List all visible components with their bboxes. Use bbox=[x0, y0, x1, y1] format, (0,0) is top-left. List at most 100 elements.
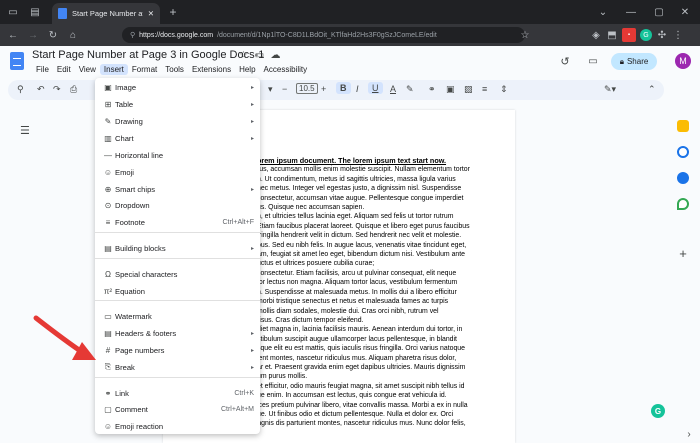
back-icon[interactable]: ← bbox=[6, 28, 20, 42]
text-color-icon[interactable]: A bbox=[390, 84, 396, 94]
print-icon[interactable]: ⎙ bbox=[70, 84, 77, 95]
line-spacing-icon[interactable]: ⇕ bbox=[500, 84, 508, 95]
site-info-icon[interactable]: ⚲ bbox=[130, 31, 135, 39]
tab-close-icon[interactable]: ✕ bbox=[148, 9, 154, 18]
extension-shield-icon[interactable]: ◈ bbox=[590, 28, 602, 42]
insert-link-icon[interactable]: ⚭ bbox=[428, 84, 436, 95]
menu-view[interactable]: View bbox=[75, 64, 100, 75]
menu-edit[interactable]: Edit bbox=[53, 64, 75, 75]
redo-icon[interactable]: ↷ bbox=[53, 84, 61, 95]
menu-item-smart-chips[interactable]: ⊕ Smart chips ▸ bbox=[95, 181, 260, 197]
new-tab-icon[interactable]: + bbox=[166, 5, 180, 19]
menu-extensions[interactable]: Extensions bbox=[188, 64, 235, 75]
bold-icon[interactable]: B bbox=[336, 82, 351, 94]
forward-icon[interactable]: → bbox=[26, 28, 40, 42]
chevron-right-icon: ▸ bbox=[250, 186, 254, 193]
cloud-saved-icon: ☁ bbox=[270, 50, 281, 61]
chevron-right-icon: ▸ bbox=[250, 347, 254, 354]
italic-icon[interactable]: I bbox=[356, 84, 359, 94]
get-addons-plus-icon[interactable]: + bbox=[676, 246, 690, 261]
grammarly-extension-icon[interactable]: G bbox=[640, 29, 652, 41]
window-maximize-icon[interactable]: ▢ bbox=[652, 5, 666, 19]
extension-save-icon[interactable]: ⬒ bbox=[606, 28, 618, 42]
home-icon[interactable]: ⌂ bbox=[66, 28, 80, 42]
font-chevron-icon[interactable]: ▾ bbox=[268, 84, 273, 95]
menu-help[interactable]: Help bbox=[235, 64, 259, 75]
menu-divider bbox=[95, 232, 260, 233]
horizontal-line-icon: — bbox=[104, 150, 112, 160]
maps-icon[interactable] bbox=[677, 198, 689, 210]
chevron-right-icon: ▸ bbox=[250, 245, 254, 252]
highlight-icon[interactable]: ✎ bbox=[406, 84, 414, 95]
menu-accessibility[interactable]: Accessibility bbox=[260, 64, 312, 75]
search-menus-icon[interactable]: ⚲ bbox=[17, 84, 24, 95]
menu-item-headers-footers[interactable]: ▤ Headers & footers ▸ bbox=[95, 325, 260, 341]
docs-logo-icon[interactable] bbox=[10, 52, 24, 70]
move-folder-icon[interactable]: ▭ bbox=[254, 50, 265, 61]
extensions-puzzle-icon[interactable]: ✣ bbox=[656, 28, 668, 42]
version-history-icon[interactable]: ↺ bbox=[558, 54, 572, 68]
menu-item-link[interactable]: ⚭ Link Ctrl+K bbox=[95, 385, 260, 401]
dropdown-icon: ⊙ bbox=[104, 200, 112, 210]
keep-icon[interactable] bbox=[677, 120, 689, 132]
decrease-font-icon[interactable]: − bbox=[282, 84, 287, 94]
tab-group-icon[interactable]: ▤ bbox=[28, 5, 42, 19]
browser-tab-active[interactable]: Start Page Number at Page 3 in ✕ bbox=[52, 3, 160, 24]
underline-icon[interactable]: U bbox=[368, 82, 383, 94]
bookmark-star-icon[interactable]: ☆ bbox=[518, 28, 532, 42]
footnote-icon: ≡ bbox=[105, 217, 111, 227]
menu-item-equation[interactable]: π² Equation bbox=[95, 283, 260, 299]
menu-item-table[interactable]: ⊞ Table ▸ bbox=[95, 96, 260, 112]
avatar[interactable]: M bbox=[675, 53, 691, 69]
tab-search-icon[interactable]: ▭ bbox=[6, 5, 20, 19]
menu-item-special-characters[interactable]: Ω Special characters bbox=[95, 266, 260, 282]
grammarly-icon[interactable]: G bbox=[651, 404, 665, 418]
menu-item-dropdown[interactable]: ⊙ Dropdown bbox=[95, 197, 260, 213]
menu-item-watermark[interactable]: ▭ Watermark bbox=[95, 308, 260, 324]
window-minimize-icon[interactable]: — bbox=[624, 5, 638, 19]
menu-item-emoji[interactable]: ☺ Emoji bbox=[95, 164, 260, 180]
link-icon: ⚭ bbox=[104, 388, 112, 398]
chevron-right-icon: ▸ bbox=[250, 84, 254, 91]
menu-item-building-blocks[interactable]: ▤ Building blocks ▸ bbox=[95, 240, 260, 256]
extension-red-icon[interactable]: ▪ bbox=[622, 28, 636, 42]
editing-mode-icon[interactable]: ✎▾ bbox=[604, 84, 616, 95]
menu-item-page-numbers[interactable]: # Page numbers ▸ bbox=[95, 342, 260, 358]
align-icon[interactable]: ≡ bbox=[482, 84, 487, 94]
tasks-icon[interactable] bbox=[677, 146, 689, 158]
menu-item-footnote[interactable]: ≡ Footnote Ctrl+Alt+F bbox=[95, 214, 260, 230]
side-panel bbox=[664, 78, 700, 443]
window-close-icon[interactable]: ✕ bbox=[678, 5, 692, 19]
menu-item-emoji-reaction[interactable]: ☺ Emoji reaction bbox=[95, 418, 260, 434]
contacts-icon[interactable] bbox=[677, 172, 689, 184]
menu-item-chart[interactable]: ▥ Chart ▸ bbox=[95, 130, 260, 146]
insert-image-icon[interactable]: ▨ bbox=[464, 84, 473, 95]
increase-font-icon[interactable]: + bbox=[321, 84, 326, 94]
expand-side-panel-chevron-icon[interactable]: › bbox=[683, 428, 695, 440]
outline-icon[interactable]: ☰ bbox=[20, 124, 30, 137]
menu-insert[interactable]: Insert bbox=[99, 64, 128, 75]
browser-menu-icon[interactable]: ⋮ bbox=[672, 28, 684, 42]
comments-icon[interactable]: ▭ bbox=[586, 54, 600, 68]
document-title[interactable]: Start Page Number at Page 3 in Google Do… bbox=[32, 49, 264, 61]
menu-item-drawing[interactable]: ✎ Drawing ▸ bbox=[95, 113, 260, 129]
footnote-shortcut: Ctrl+Alt+F bbox=[222, 218, 254, 226]
menu-format[interactable]: Format bbox=[128, 64, 161, 75]
reload-icon[interactable]: ↻ bbox=[46, 28, 60, 42]
comment-shortcut: Ctrl+Alt+M bbox=[220, 405, 254, 413]
red-arrow-annotation bbox=[33, 315, 96, 360]
undo-icon[interactable]: ↶ bbox=[37, 84, 45, 95]
add-comment-icon[interactable]: ▣ bbox=[446, 84, 455, 95]
menu-item-image[interactable]: ▣ Image ▸ bbox=[95, 79, 260, 95]
font-size-input[interactable]: 10.5 bbox=[296, 83, 318, 94]
tab-list-chevron-icon[interactable]: ⌄ bbox=[596, 5, 610, 19]
address-bar[interactable]: ⚲ https://docs.google.com/document/d/1Np… bbox=[122, 27, 525, 43]
menu-file[interactable]: File bbox=[32, 64, 53, 75]
hide-menus-chevron-icon[interactable]: ⌃ bbox=[648, 84, 656, 95]
menu-item-comment[interactable]: ▢ Comment Ctrl+Alt+M bbox=[95, 401, 260, 417]
menu-item-break[interactable]: ⎘ Break ▸ bbox=[95, 359, 260, 375]
menu-tools[interactable]: Tools bbox=[161, 64, 188, 75]
star-icon[interactable]: ☆ bbox=[238, 50, 249, 61]
menu-item-horizontal-line[interactable]: — Horizontal line bbox=[95, 147, 260, 163]
share-button[interactable]: 🔒︎ Share bbox=[611, 53, 657, 70]
